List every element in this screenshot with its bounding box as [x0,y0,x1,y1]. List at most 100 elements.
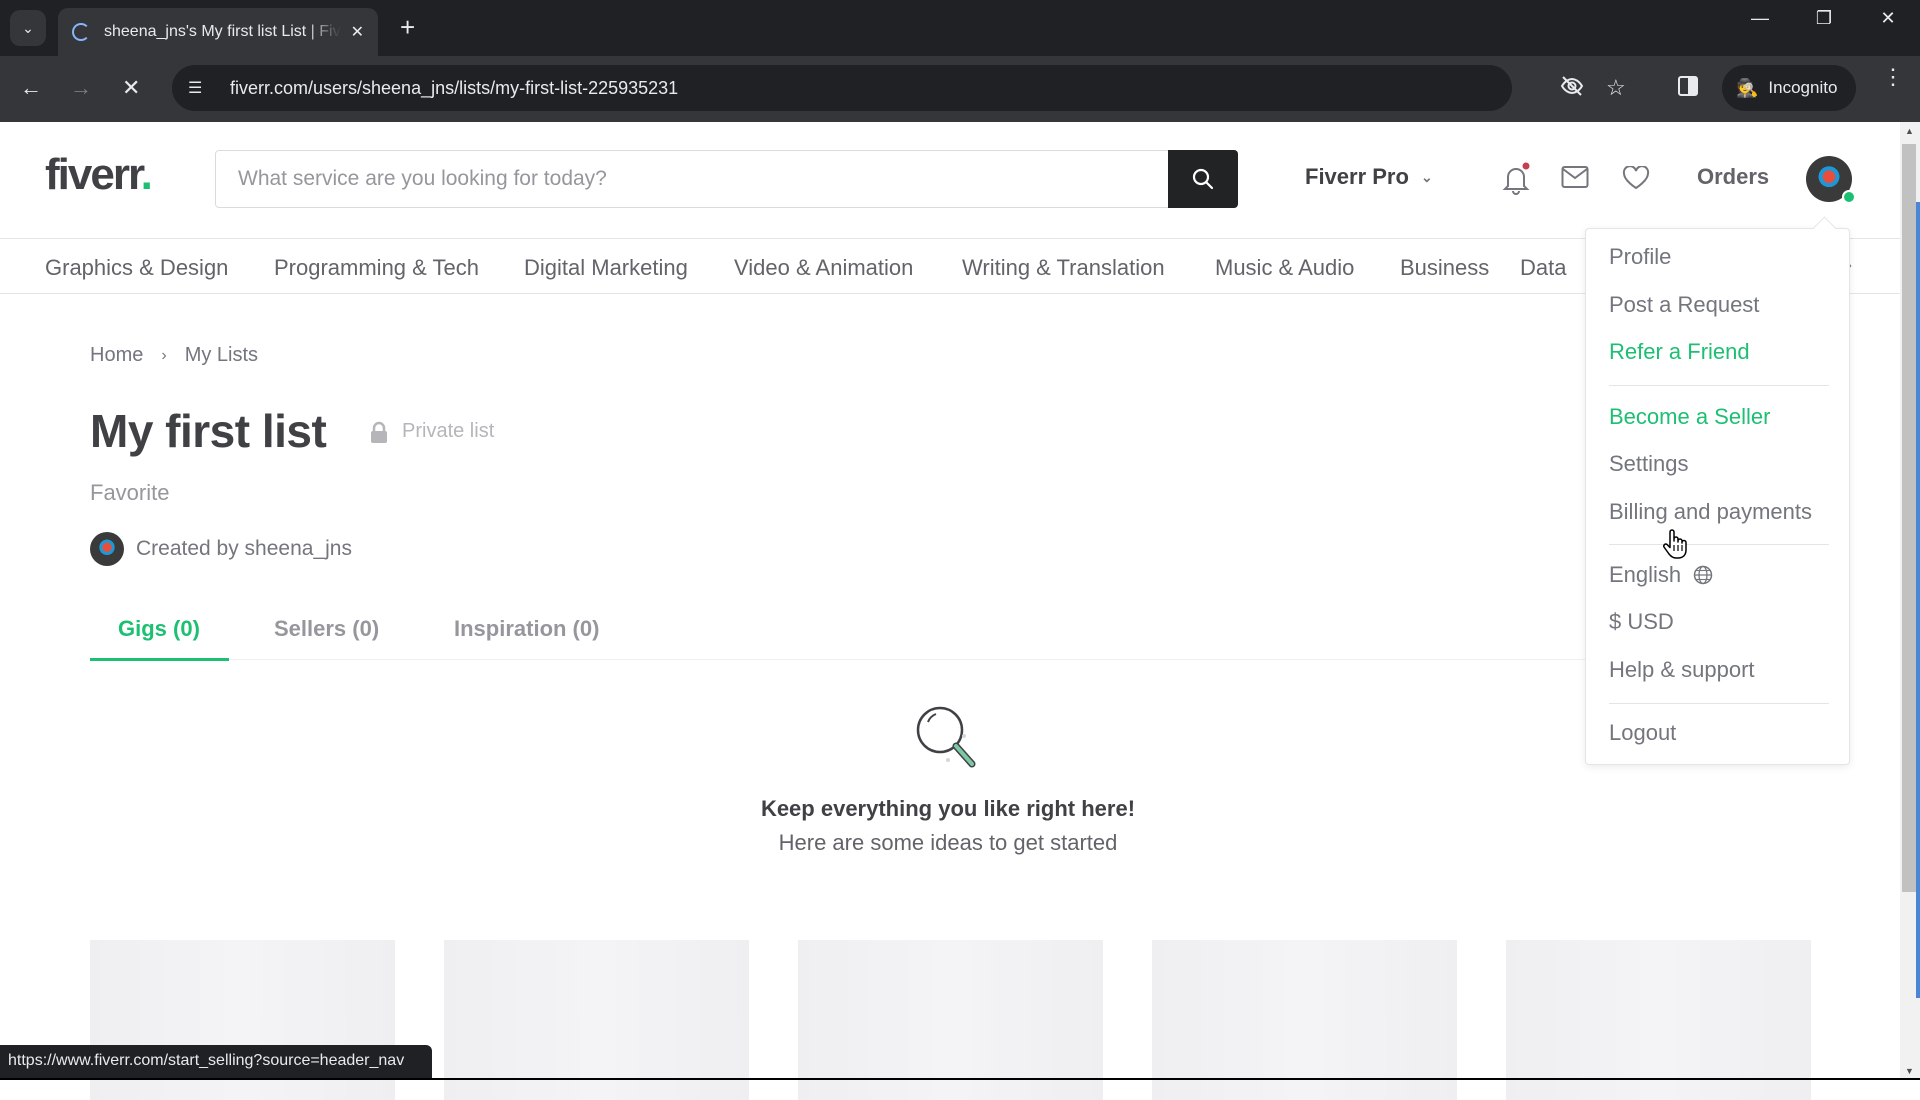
suggestion-card-placeholder [444,940,749,1100]
menu-item-logout[interactable]: Logout [1609,720,1676,746]
close-tab-icon[interactable]: ✕ [351,22,364,42]
globe-icon [1693,565,1713,585]
incognito-label: Incognito [1768,78,1838,97]
tab-title: sheena_jns's My first list List | Fiverr [104,23,341,40]
category-data[interactable]: Data [1520,255,1566,281]
browser-menu-icon[interactable]: ⋮ [1882,66,1904,88]
list-title: My first list [90,405,327,457]
heart-icon [1622,165,1650,190]
fiverr-pro-label: Fiverr Pro [1305,164,1409,189]
active-tab-indicator [90,658,229,661]
incognito-icon: 🕵 [1736,77,1759,98]
list-tabs: Gigs (0) Sellers (0) Inspiration (0) [90,602,1590,661]
menu-item-refer-friend[interactable]: Refer a Friend [1609,339,1750,365]
favorites-button[interactable] [1622,165,1650,195]
privacy-badge: Private list [370,420,494,443]
menu-item-settings[interactable]: Settings [1609,451,1689,477]
page-scrollbar[interactable]: ▲ ▼ [1900,122,1920,1080]
scroll-indicator-strip [1916,202,1920,998]
browser-tab-active[interactable]: sheena_jns's My first list List | Fiverr… [58,8,378,56]
breadcrumb-my-lists[interactable]: My Lists [185,344,258,367]
user-menu-dropdown: Profile Post a Request Refer a Friend Be… [1585,228,1850,765]
hand-pointer-cursor-icon [1662,528,1688,565]
list-creator: Created by sheena_jns [90,532,352,566]
new-tab-button[interactable]: + [400,12,415,43]
stop-loading-button[interactable]: ✕ [122,76,140,100]
menu-divider [1609,544,1829,545]
side-panel-icon[interactable] [1678,76,1698,96]
menu-item-language[interactable]: English [1609,562,1713,588]
link-status-bar: https://www.fiverr.com/start_selling?sou… [0,1045,432,1078]
category-video-animation[interactable]: Video & Animation [734,255,913,281]
language-label: English [1609,562,1682,587]
bookmark-star-icon[interactable]: ☆ [1606,75,1626,101]
url-text: fiverr.com/users/sheena_jns/lists/my-fir… [230,77,679,98]
close-window-button[interactable]: ✕ [1868,8,1908,29]
logo-dot: . [140,150,153,199]
scrollbar-thumb[interactable] [1902,144,1916,892]
site-info-icon[interactable]: ☰ [188,78,210,98]
menu-divider [1609,703,1829,704]
privacy-label: Private list [402,420,495,442]
category-digital-marketing[interactable]: Digital Marketing [524,255,688,281]
incognito-indicator[interactable]: 🕵 Incognito [1722,65,1856,111]
scroll-down-arrow-icon[interactable]: ▼ [1905,1066,1914,1076]
category-business[interactable]: Business [1400,255,1489,281]
empty-state-subheading: Here are some ideas to get started [778,830,1118,855]
category-programming-tech[interactable]: Programming & Tech [274,255,479,281]
mail-icon [1561,166,1589,188]
tab-search-button[interactable]: ⌄ [10,10,46,46]
search-input[interactable] [216,151,1168,207]
forward-button[interactable]: → [70,76,92,100]
orders-link[interactable]: Orders [1697,164,1769,190]
menu-item-help[interactable]: Help & support [1609,657,1755,683]
menu-item-post-request[interactable]: Post a Request [1609,292,1759,318]
suggestion-card-placeholder [1506,940,1811,1100]
notifications-button[interactable] [1500,162,1532,201]
chevron-down-icon: ⌄ [1420,168,1433,185]
search-bar [215,150,1238,208]
menu-divider [1609,385,1829,386]
bell-icon [1502,162,1530,195]
menu-item-become-seller[interactable]: Become a Seller [1609,404,1770,430]
lock-icon [371,421,387,443]
breadcrumb-home[interactable]: Home [90,344,143,367]
restore-button[interactable]: ❐ [1804,8,1844,29]
fiverr-page: fiverr. Fiverr Pro ⌄ Orders Graphics & D… [0,122,1900,1100]
suggestion-card-placeholder [1152,940,1457,1100]
chevron-right-icon: › [161,346,167,364]
tab-gigs[interactable]: Gigs (0) [118,616,200,642]
magnifier-icon [912,702,984,779]
list-description: Favorite [90,480,170,505]
search-icon [1192,168,1214,190]
category-writing-translation[interactable]: Writing & Translation [962,255,1165,281]
search-button[interactable] [1168,150,1238,208]
creator-label: Created by sheena_jns [136,537,352,560]
suggestion-card-placeholder [798,940,1103,1100]
menu-item-currency[interactable]: $ USD [1609,609,1674,635]
address-bar[interactable]: ☰ fiverr.com/users/sheena_jns/lists/my-f… [172,65,1626,111]
browser-tab-strip: ⌄ sheena_jns's My first list List | Five… [0,0,1920,56]
chevron-down-icon: ⌄ [22,19,34,36]
logo-text: fiverr [45,150,143,199]
category-music-audio[interactable]: Music & Audio [1215,255,1354,281]
menu-item-profile[interactable]: Profile [1609,244,1671,270]
user-avatar[interactable] [1806,156,1856,204]
tab-sellers[interactable]: Sellers (0) [274,616,379,642]
category-graphics-design[interactable]: Graphics & Design [45,255,228,281]
breadcrumb: Home › My Lists [90,344,258,367]
browser-toolbar: ← → ✕ ☰ fiverr.com/users/sheena_jns/list… [0,56,1920,122]
notification-dot [1522,162,1530,170]
scroll-up-arrow-icon[interactable]: ▲ [1905,126,1914,136]
tab-inspiration[interactable]: Inspiration (0) [454,616,599,642]
back-button[interactable]: ← [20,76,42,100]
messages-button[interactable] [1561,165,1589,194]
eye-slash-icon[interactable] [1560,75,1584,103]
creator-avatar [90,532,124,566]
minimize-button[interactable]: — [1740,8,1780,29]
empty-state-heading: Keep everything you like right here! [760,796,1136,821]
menu-item-billing[interactable]: Billing and payments [1609,499,1812,525]
fiverr-logo[interactable]: fiverr. [45,150,153,200]
fiverr-pro-dropdown[interactable]: Fiverr Pro ⌄ [1305,164,1433,190]
online-status-indicator [1842,190,1856,204]
